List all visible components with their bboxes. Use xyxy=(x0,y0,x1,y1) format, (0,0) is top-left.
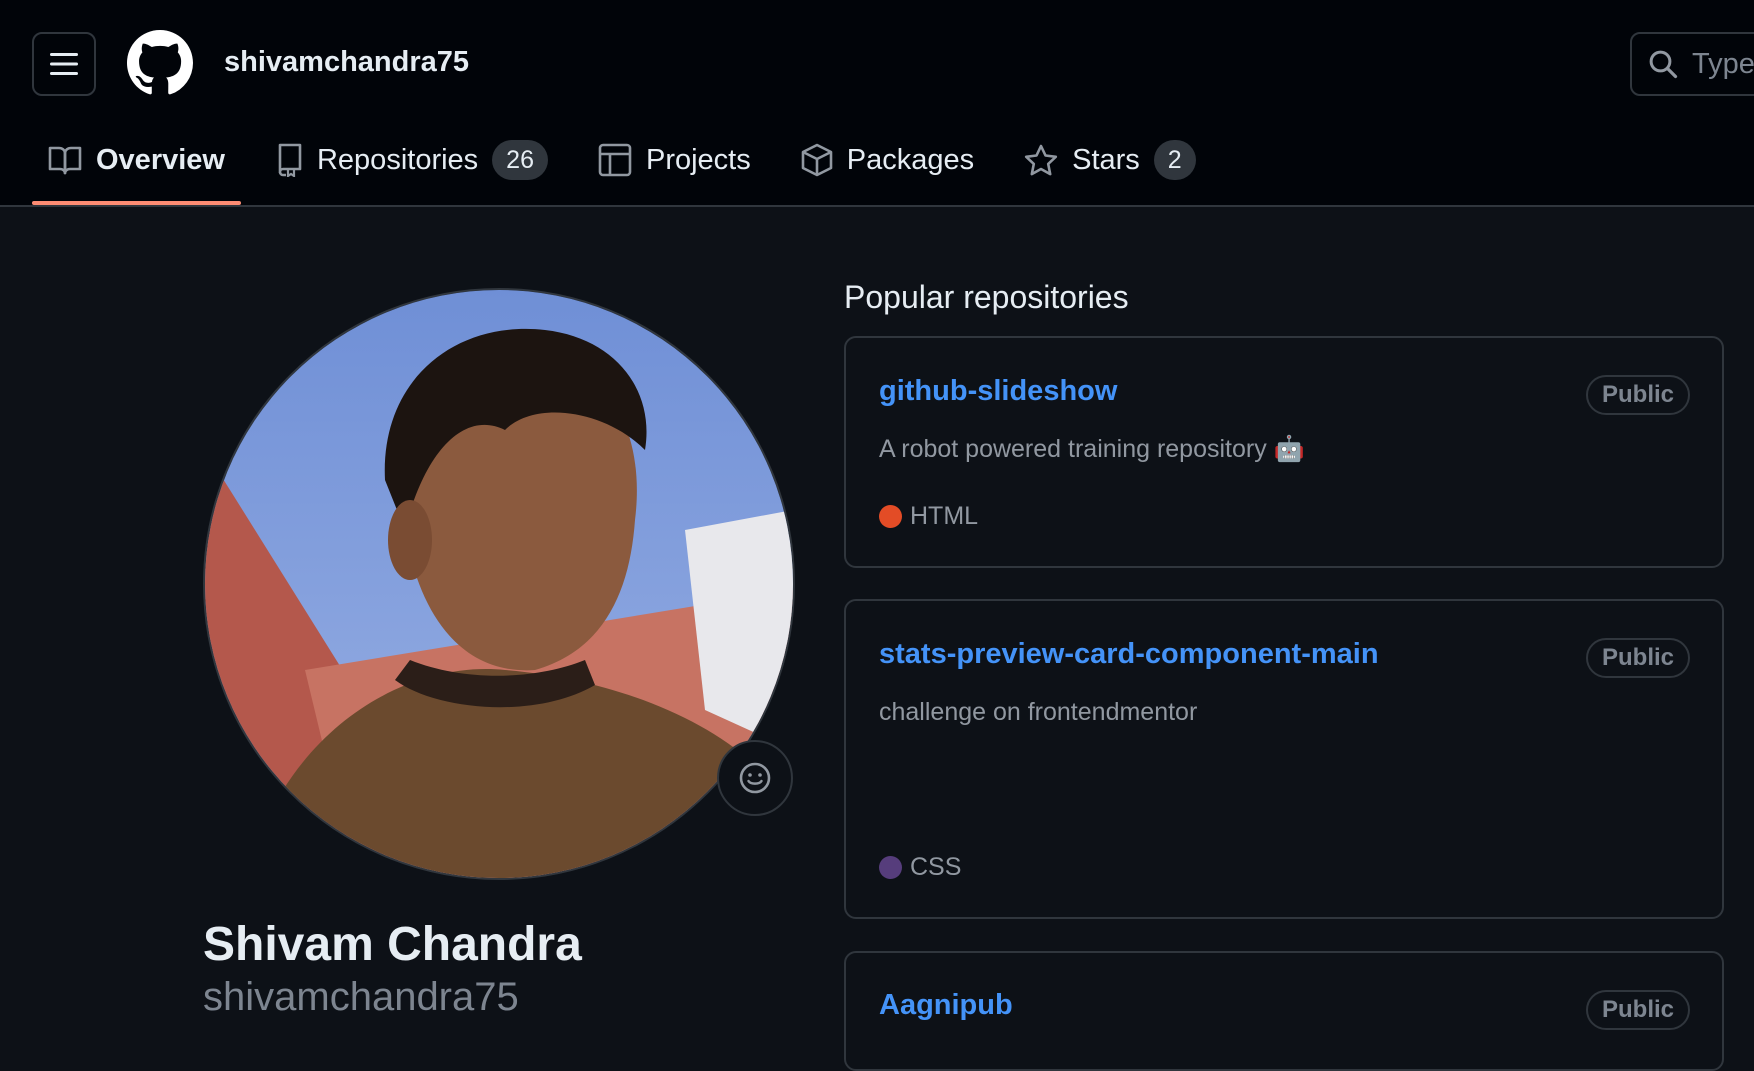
table-icon xyxy=(598,143,632,177)
tab-overview[interactable]: Overview xyxy=(32,130,241,205)
repo-card: stats-preview-card-component-main Public… xyxy=(844,599,1724,919)
visibility-badge: Public xyxy=(1585,375,1690,415)
tab-stars-label: Stars xyxy=(1072,143,1140,176)
book-icon xyxy=(48,146,82,175)
visibility-badge: Public xyxy=(1585,990,1690,1030)
tab-overview-label: Overview xyxy=(96,143,225,176)
tab-repositories[interactable]: Repositories 26 xyxy=(259,130,564,190)
profile-tabs: Overview Repositories 26 Projects Packag… xyxy=(32,130,1230,207)
language-label: CSS xyxy=(910,853,962,881)
popular-repositories-heading: Popular repositories xyxy=(844,279,1129,315)
repositories-count-badge: 26 xyxy=(492,140,548,180)
search-icon xyxy=(1649,50,1678,79)
repo-description: challenge on frontendmentor xyxy=(879,698,1198,726)
profile-login: shivamchandra75 xyxy=(203,975,519,1019)
repo-language: HTML xyxy=(879,502,978,531)
star-icon xyxy=(1025,144,1058,176)
search-placeholder: Type xyxy=(1692,47,1754,80)
tab-projects-label: Projects xyxy=(645,143,751,176)
profile-avatar-container xyxy=(203,288,795,880)
stars-count-badge: 2 xyxy=(1153,140,1196,180)
repo-link[interactable]: github-slideshow xyxy=(879,375,1117,408)
tab-packages-label: Packages xyxy=(846,143,975,176)
app-header: shivamchandra75 Type Overview Repositori… xyxy=(0,0,1754,207)
visibility-badge: Public xyxy=(1585,638,1690,678)
profile-name: Shivam Chandra xyxy=(203,918,582,971)
package-icon xyxy=(801,143,833,177)
language-color-dot xyxy=(879,505,902,528)
smiley-icon xyxy=(739,762,771,794)
header-username[interactable]: shivamchandra75 xyxy=(224,46,469,79)
tab-repositories-label: Repositories xyxy=(316,143,479,176)
repo-description: A robot powered training repository 🤖 xyxy=(879,435,1305,463)
menu-button[interactable] xyxy=(32,32,96,96)
set-status-button[interactable] xyxy=(717,740,793,816)
tab-stars[interactable]: Stars 2 xyxy=(1008,130,1212,190)
repo-card: Aagnipub Public xyxy=(844,951,1724,1071)
avatar-photo xyxy=(205,290,793,878)
hamburger-icon xyxy=(50,53,78,75)
tab-packages[interactable]: Packages xyxy=(785,130,990,190)
repo-card: github-slideshow Public A robot powered … xyxy=(844,336,1724,568)
language-color-dot xyxy=(879,856,902,879)
language-label: HTML xyxy=(910,502,979,530)
repo-language: CSS xyxy=(879,853,961,882)
repo-icon xyxy=(278,143,302,177)
tab-projects[interactable]: Projects xyxy=(582,130,767,190)
github-logo-icon[interactable] xyxy=(127,30,193,96)
repo-link[interactable]: stats-preview-card-component-main xyxy=(879,638,1379,671)
repo-link[interactable]: Aagnipub xyxy=(879,989,1013,1022)
search-input[interactable]: Type xyxy=(1630,32,1754,96)
avatar[interactable] xyxy=(203,288,795,880)
